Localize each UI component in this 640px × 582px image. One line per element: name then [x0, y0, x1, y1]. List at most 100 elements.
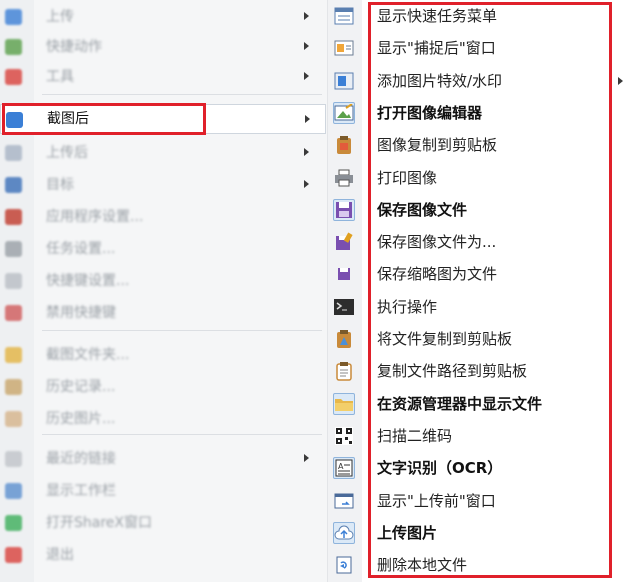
- menu-item-label: 目标: [46, 177, 74, 193]
- menu-item-recent-links[interactable]: 最近的链接: [0, 444, 326, 474]
- submenu-item-printer[interactable]: 打印图像: [328, 163, 640, 193]
- delete-file-icon: [333, 554, 355, 576]
- submenu-item-upload-cloud[interactable]: 上传图片: [328, 518, 640, 548]
- after-capture-icon: [6, 112, 23, 128]
- main-context-menu: 上传快捷动作工具截图后上传后目标应用程序设置... 任务设置... 快捷键设置...…: [0, 0, 328, 582]
- sharex-icon: [5, 515, 22, 531]
- image-effects-icon: [333, 70, 355, 92]
- after-capture-window-icon: [333, 37, 355, 59]
- menu-item-image-history[interactable]: 历史图片...: [0, 404, 326, 434]
- menu-item-app-settings[interactable]: 应用程序设置...: [0, 202, 326, 232]
- exit-icon: [5, 547, 22, 563]
- submenu-item-label: 执行操作: [377, 297, 438, 316]
- svg-text:A: A: [338, 462, 344, 471]
- menu-item-destination[interactable]: 目标: [0, 170, 326, 200]
- menu-item-label: 上传: [46, 9, 74, 25]
- hotkey-settings-icon: [5, 273, 22, 289]
- submenu-item-label: 显示"捕捉后"窗口: [377, 39, 496, 58]
- menu-item-label: 快捷键设置...: [46, 273, 130, 289]
- menu-item-upload[interactable]: 上传: [0, 2, 326, 32]
- submenu-item-label: 保存图像文件为...: [377, 233, 497, 252]
- menu-item-actions[interactable]: 快捷动作: [0, 32, 326, 62]
- submenu-arrow-icon: [304, 454, 309, 462]
- submenu-item-label: 复制文件路径到剪贴板: [377, 362, 528, 381]
- submenu-item-image-editor[interactable]: 打开图像编辑器: [328, 98, 640, 128]
- actions-icon: [5, 39, 22, 55]
- submenu-arrow-icon: [304, 180, 309, 188]
- submenu-item-label: 将文件复制到剪贴板: [377, 330, 513, 348]
- submenu-item-label: 上传图片: [377, 523, 438, 542]
- task-settings-icon: [5, 241, 22, 257]
- image-editor-icon: [333, 101, 355, 124]
- submenu-item-delete-file[interactable]: 删除本地文件: [328, 550, 640, 580]
- copy-path-icon: [333, 360, 355, 382]
- menu-item-label: 截图后: [47, 111, 89, 127]
- menu-item-label: 禁用快捷键: [46, 305, 116, 321]
- submenu-item-terminal[interactable]: 执行操作: [328, 292, 640, 322]
- toolbox-icon: [5, 69, 22, 85]
- menu-separator: [42, 330, 322, 331]
- submenu-item-label: 添加图片特效/水印: [377, 71, 503, 90]
- menu-item-toolbox[interactable]: 工具: [0, 62, 326, 92]
- submenu-item-save-thumbnail[interactable]: 保存缩略图为文件: [328, 259, 640, 289]
- submenu-item-quick-task-menu[interactable]: 显示快速任务菜单: [328, 1, 640, 31]
- save-as-icon: [333, 231, 355, 253]
- submenu-item-qr-code[interactable]: 扫描二维码: [328, 421, 640, 451]
- submenu-item-label: 在资源管理器中显示文件: [377, 394, 543, 413]
- submenu-item-copy-path[interactable]: 复制文件路径到剪贴板: [328, 356, 640, 386]
- menu-item-folder[interactable]: 截图文件夹...: [0, 340, 326, 370]
- menu-separator: [42, 94, 322, 95]
- history-icon: [5, 379, 22, 395]
- menu-item-label: 应用程序设置...: [46, 209, 144, 225]
- copy-file-icon: [333, 328, 355, 350]
- menu-item-label: 历史记录...: [46, 379, 116, 395]
- submenu-item-label: 图像复制到剪贴板: [377, 136, 498, 155]
- menu-separator: [42, 434, 322, 435]
- submenu-item-before-upload-window[interactable]: 显示"上传前"窗口: [328, 486, 640, 516]
- menu-item-cloud[interactable]: 上传后: [0, 138, 326, 168]
- submenu-arrow-icon: [305, 115, 310, 123]
- menu-item-label: 截图文件夹...: [46, 347, 130, 363]
- submenu-arrow-icon: [304, 12, 309, 20]
- submenu-item-after-capture-window[interactable]: 显示"捕捉后"窗口: [328, 33, 640, 63]
- menu-item-label: 打开ShareX窗口: [46, 515, 152, 531]
- submenu-arrow-icon: [304, 72, 309, 80]
- upload-cloud-icon: [333, 521, 355, 544]
- submenu-item-ocr[interactable]: A 文字识别（OCR）: [328, 453, 640, 483]
- menu-item-task-settings[interactable]: 任务设置...: [0, 234, 326, 264]
- copy-image-icon: [333, 134, 355, 156]
- menu-item-label: 历史图片...: [46, 411, 116, 427]
- qr-code-icon: [333, 425, 355, 447]
- before-upload-window-icon: [333, 490, 355, 512]
- menu-item-workbar[interactable]: 显示工作栏: [0, 476, 326, 506]
- submenu-item-save[interactable]: 保存图像文件: [328, 195, 640, 225]
- quick-task-menu-icon: [333, 5, 355, 27]
- submenu-item-copy-file[interactable]: 将文件复制到剪贴板: [328, 324, 640, 354]
- submenu-item-label: 保存缩略图为文件: [377, 265, 498, 284]
- terminal-icon: [333, 296, 355, 318]
- ocr-icon: A: [333, 457, 355, 480]
- submenu-arrow-icon: [304, 42, 309, 50]
- submenu-arrow-icon: [618, 76, 623, 85]
- menu-item-history[interactable]: 历史记录...: [0, 372, 326, 402]
- submenu-item-save-as[interactable]: 保存图像文件为...: [328, 227, 640, 257]
- menu-item-label: 工具: [46, 69, 74, 85]
- menu-item-label: 退出: [46, 547, 74, 563]
- menu-item-hotkey-settings[interactable]: 快捷键设置...: [0, 266, 326, 296]
- menu-item-sharex[interactable]: 打开ShareX窗口: [0, 508, 326, 538]
- upload-icon: [5, 9, 22, 25]
- submenu-item-label: 文字识别（OCR）: [377, 459, 503, 478]
- menu-item-disable-hotkeys[interactable]: 禁用快捷键: [0, 298, 326, 328]
- menu-item-label: 最近的链接: [46, 451, 116, 467]
- submenu-item-label: 扫描二维码: [377, 426, 453, 445]
- save-icon: [333, 198, 355, 221]
- submenu-arrow-icon: [304, 148, 309, 156]
- submenu-item-label: 删除本地文件: [377, 556, 468, 575]
- submenu-item-explorer-folder[interactable]: 在资源管理器中显示文件: [328, 389, 640, 419]
- destination-icon: [5, 177, 22, 193]
- submenu-item-copy-image[interactable]: 图像复制到剪贴板: [328, 130, 640, 160]
- menu-item-after-capture[interactable]: 截图后: [0, 104, 326, 134]
- menu-item-exit[interactable]: 退出: [0, 540, 326, 570]
- submenu-item-image-effects[interactable]: 添加图片特效/水印: [328, 66, 640, 96]
- submenu-item-label: 显示"上传前"窗口: [377, 491, 496, 510]
